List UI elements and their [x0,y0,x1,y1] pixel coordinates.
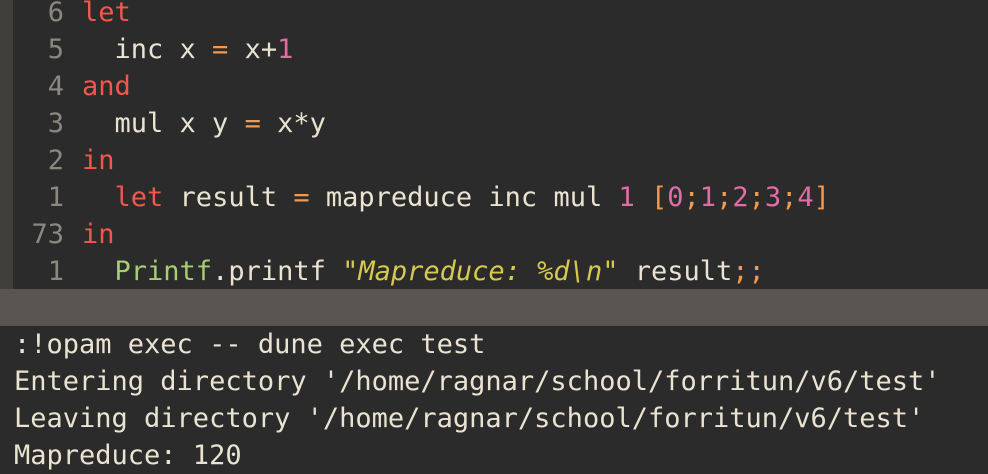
code-token: y [309,108,326,139]
code-text: in [82,142,115,179]
code-token: * [293,108,310,139]
line-number: 1 [47,182,64,213]
line-number: 5 [47,34,64,65]
code-token: x [228,34,261,65]
cursor-line-sign [0,289,13,326]
code-token: Printf [114,256,213,287]
code-line[interactable]: 1 let result = mapreduce inc mul 1 [0;1;… [0,179,988,216]
code-token: 0 [667,182,684,213]
code-token: inc x [82,34,213,65]
code-token: .printf [212,256,343,287]
code-token: ; [683,182,700,213]
code-text: Printf.printf "Mapreduce: %d\n" result;; [82,253,765,290]
code-token: "Mapreduce: %d\n" [342,256,619,287]
code-token: ] [813,182,830,213]
line-number: 1 [47,256,64,287]
code-token: mul x y [82,108,245,139]
code-line[interactable]: 73 in [0,216,988,253]
code-token: result [163,182,294,213]
code-token: 3 [764,182,782,213]
ex-command-line: :!opam exec -- dune exec test [14,329,486,360]
code-line[interactable]: 2 in [0,142,988,179]
code-token: and [82,71,131,102]
code-token: 1 [618,182,635,213]
code-token: = [212,34,229,65]
code-token: 1 [277,34,294,65]
line-number: 73 [31,219,64,250]
code-text: in [82,216,115,253]
code-token: [ [651,182,668,213]
code-token: ; [781,182,798,213]
code-token: + [260,34,278,65]
output-line: Leaving directory '/home/ragnar/school/f… [14,403,925,434]
line-number: 4 [47,71,64,102]
code-token: let [82,0,131,28]
code-token: 2 [732,182,749,213]
code-token: = [293,182,310,213]
code-text: mul x y = x*y [82,105,326,142]
code-token: ;; [732,256,765,287]
line-number: 3 [47,108,64,139]
code-text: inc x = x+1 [82,31,294,68]
code-line[interactable]: 6 let [0,0,988,31]
code-token: let [114,182,164,213]
code-text: and [82,68,131,105]
code-token: 4 [797,182,814,213]
code-text: let result = mapreduce inc mul 1 [0;1;2;… [82,179,830,216]
line-number: 2 [47,145,64,176]
code-token: = [244,108,261,139]
output-line: Entering directory '/home/ragnar/school/… [14,366,941,397]
code-token: in [82,219,115,250]
code-line[interactable]: 4 and [0,68,988,105]
output-line: Mapreduce: 120 [14,440,242,471]
code-token: x [260,108,294,139]
code-editor[interactable]: 6 let 5 inc x = x+1 4 and 3 mul x y = x*y 2 in 1… [0,0,988,289]
code-token: ; [748,182,765,213]
code-token: result [618,256,733,287]
code-line[interactable]: 3 mul x y = x*y [0,105,988,142]
code-token: mapreduce inc mul [309,182,619,213]
code-line[interactable]: 1 Printf.printf "Mapreduce: %d\n" result… [0,253,988,290]
code-token: 1 [699,182,717,213]
cursor-line [13,289,988,326]
code-text: let [82,0,131,31]
vim-window: 6 let 5 inc x = x+1 4 and 3 mul x y = x*y 2 in 1… [0,0,988,474]
command-output: :!opam exec -- dune exec test Entering di… [0,326,988,474]
code-token: ; [716,182,733,213]
code-token: in [82,145,115,176]
code-line[interactable]: 5 inc x = x+1 [0,31,988,68]
line-number: 6 [47,0,64,28]
